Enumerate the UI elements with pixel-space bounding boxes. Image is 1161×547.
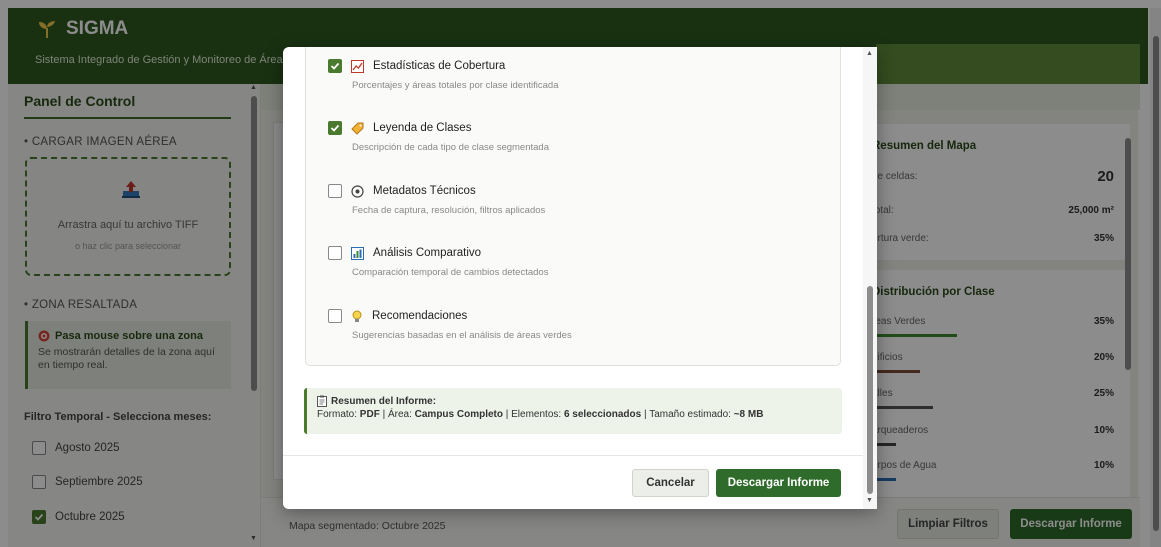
option-description: Descripción de cada tipo de clase segmen… [352, 142, 549, 153]
summary-size-label: Tamaño estimado: [649, 409, 731, 420]
option-checkbox[interactable] [328, 59, 342, 73]
summary-format-label: Formato: [317, 409, 358, 420]
option-description: Fecha de captura, resolución, filtros ap… [352, 205, 546, 216]
modal-footer: Cancelar Descargar Informe [283, 455, 863, 509]
report-option[interactable]: Leyenda de Clases Descripción de cada ti… [328, 121, 549, 153]
report-option[interactable]: Metadatos Técnicos Fecha de captura, res… [328, 184, 545, 216]
option-description: Comparación temporal de cambios detectad… [352, 267, 549, 278]
summary-elements-value: 6 seleccionados [563, 409, 642, 420]
lightbulb-icon [351, 310, 363, 323]
report-summary-title: Resumen del Informe: [317, 395, 832, 407]
option-label: Leyenda de Clases [373, 122, 472, 134]
modal-scroll-thumb[interactable] [867, 286, 873, 494]
report-options-box: Estadísticas de Cobertura Porcentajes y … [305, 47, 841, 366]
option-label: Recomendaciones [372, 310, 468, 322]
check-icon [330, 62, 340, 70]
chart-line-icon [351, 59, 364, 73]
report-summary-title-text: Resumen del Informe: [331, 395, 437, 407]
summary-size-value: ~8 MB [733, 409, 764, 420]
option-checkbox[interactable] [328, 121, 342, 135]
summary-format-value: PDF [359, 409, 380, 420]
app-window: SIGMA Sistema Integrado de Gestión y Mon… [0, 0, 1161, 547]
option-description: Porcentajes y áreas totales por clase id… [352, 80, 559, 91]
report-option[interactable]: Recomendaciones Sugerencias basadas en e… [328, 309, 572, 341]
option-label: Estadísticas de Cobertura [373, 60, 506, 72]
report-option[interactable]: Análisis Comparativo Comparación tempora… [328, 246, 548, 278]
tag-icon [351, 122, 364, 135]
report-summary-details: Formato: PDF | Área: Campus Completo | E… [317, 409, 764, 420]
check-icon [330, 124, 340, 132]
bar-chart-icon [351, 246, 364, 260]
option-label: Análisis Comparativo [373, 247, 482, 259]
clipboard-icon [317, 395, 327, 407]
download-report-modal-button[interactable]: Descargar Informe [716, 469, 841, 497]
report-summary-box: Resumen del Informe: Formato: PDF | Área… [304, 388, 842, 434]
scroll-down-icon[interactable]: ▼ [866, 497, 873, 504]
option-description: Sugerencias basadas en el análisis de ár… [352, 330, 572, 341]
cancel-button[interactable]: Cancelar [632, 469, 709, 497]
scroll-up-icon[interactable]: ▲ [866, 50, 873, 57]
summary-area-label: Área: [387, 409, 412, 420]
option-checkbox[interactable] [328, 309, 342, 323]
summary-elements-label: Elementos: [511, 409, 562, 420]
summary-area-value: Campus Completo [414, 409, 503, 420]
option-checkbox[interactable] [328, 184, 342, 198]
report-modal: Estadísticas de Cobertura Porcentajes y … [283, 47, 877, 509]
option-label: Metadatos Técnicos [373, 185, 476, 197]
modal-scrollbar[interactable]: ▲ ▼ [863, 47, 877, 509]
option-checkbox[interactable] [328, 246, 342, 260]
gear-icon [351, 184, 364, 198]
report-option[interactable]: Estadísticas de Cobertura Porcentajes y … [328, 59, 558, 91]
